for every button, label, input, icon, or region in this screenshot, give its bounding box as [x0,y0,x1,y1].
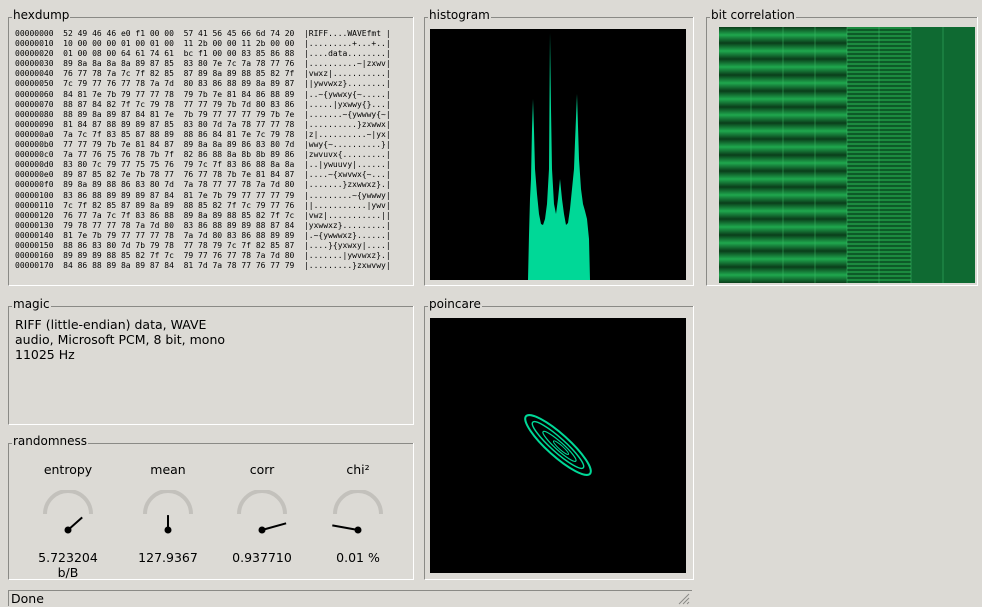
histogram-plot [528,33,590,280]
magic-line: audio, Microsoft PCM, 8 bit, mono [15,332,226,347]
corr-value: 0.937710 [232,550,292,565]
poincare-canvas [430,318,686,573]
poincare-orbit [542,430,577,462]
chi-label: chi² [346,462,370,477]
histogram-canvas [430,29,686,280]
hexdump-title: hexdump [12,8,71,23]
status-text: Done [11,591,44,606]
histogram-title: histogram [428,8,491,23]
histogram-bars [528,33,590,280]
chi-dial [332,490,383,534]
bitcorr-canvas [719,27,975,283]
randomness-title: randomness [12,434,89,449]
poincare-plot [524,414,592,476]
mean-dial [143,490,193,534]
magic-line: 11025 Hz [15,347,75,362]
bitcorr-title: bit correlation [710,8,796,23]
hexdump-text[interactable]: 00000000 52 49 46 46 e0 f1 00 00 57 41 5… [15,29,391,271]
entropy-dial [43,490,93,534]
entropy-label: entropy [43,462,93,477]
bitcorr-plot [719,27,975,283]
magic-title: magic [12,297,51,312]
magic-line: RIFF (little-endian) data, WAVE [15,317,207,332]
corr-label: corr [249,462,275,477]
poincare-orbit [531,420,585,470]
resize-grip-icon[interactable] [677,592,690,605]
status-bar: Done [8,590,692,606]
poincare-title: poincare [428,297,482,312]
entropy-value: 5.723204 b/B [38,550,98,580]
chi-value: 0.01 % [336,550,380,565]
mean-value: 127.9367 [138,550,198,565]
poincare-orbit [524,414,592,476]
magic-description: RIFF (little-endian) data, WAVE audio, M… [15,317,225,362]
mean-label: mean [150,462,186,477]
corr-dial [237,490,287,534]
